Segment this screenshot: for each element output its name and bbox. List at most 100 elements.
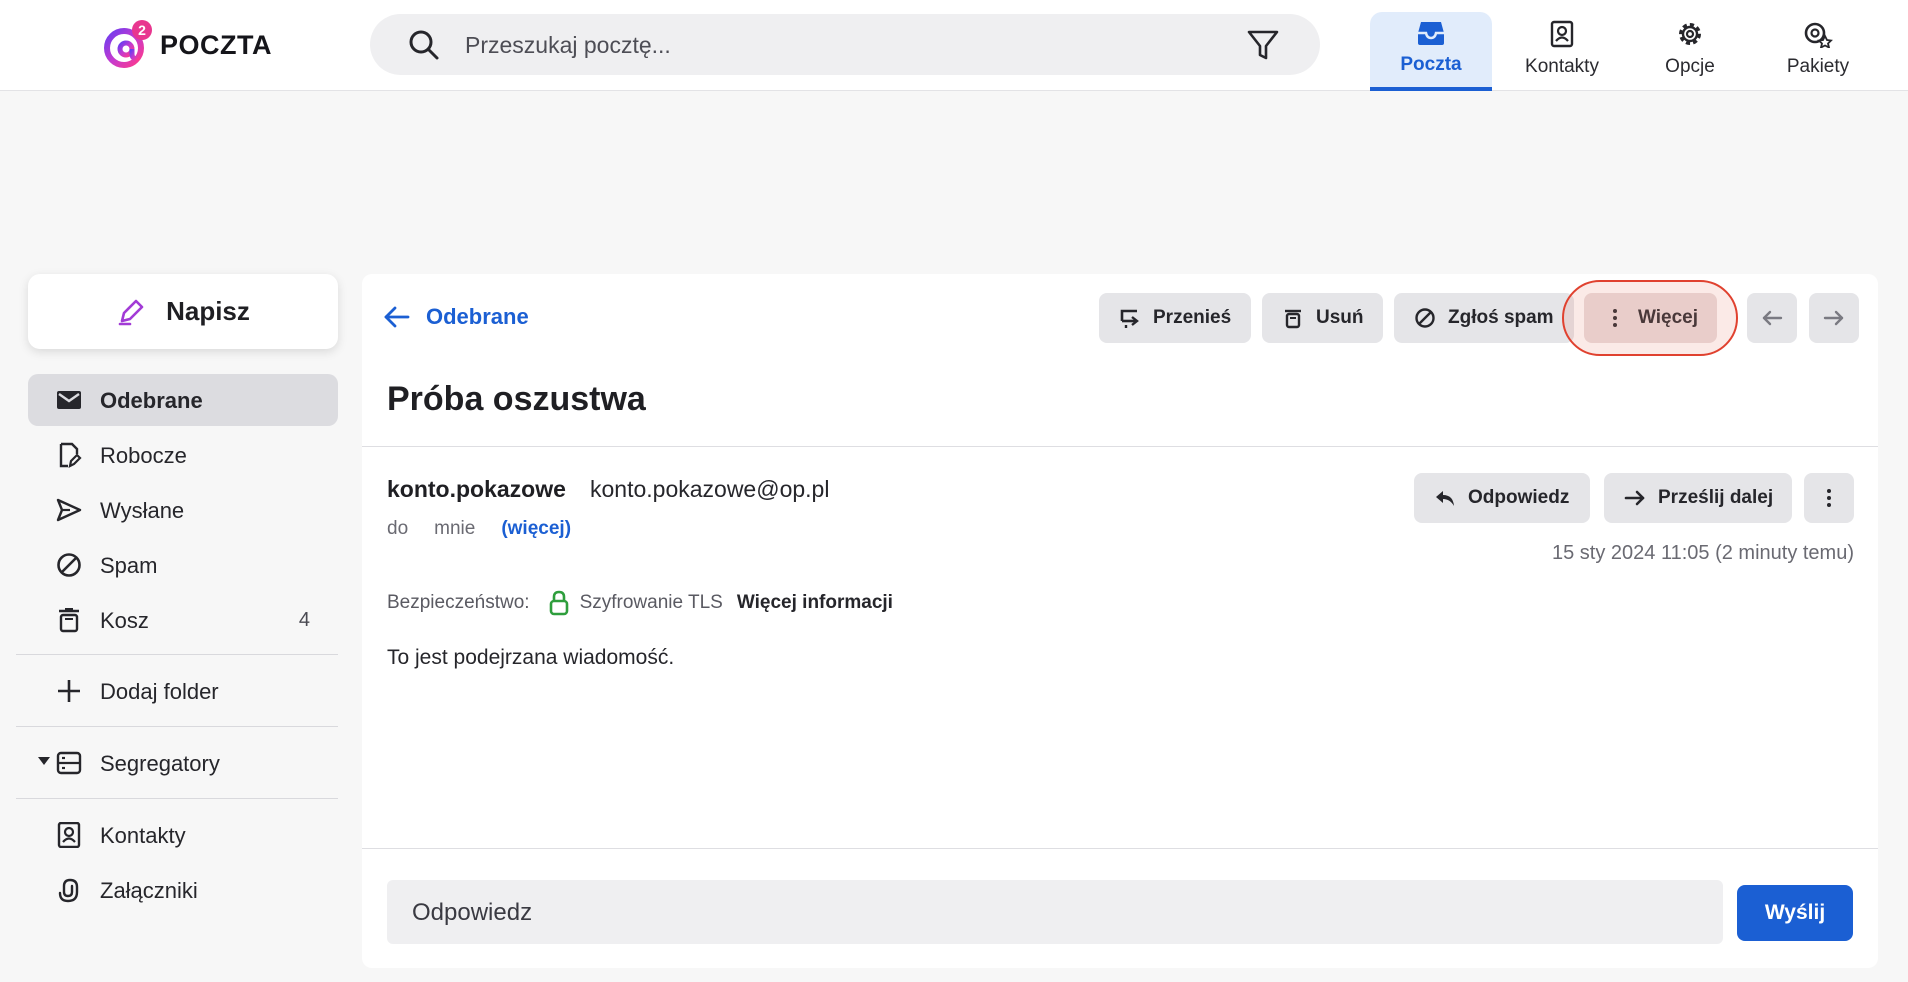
packages-icon: [1804, 22, 1833, 48]
search-bar[interactable]: Przeszukaj pocztę...: [370, 14, 1320, 75]
gear-icon: [1679, 23, 1701, 45]
compose-button[interactable]: Napisz: [28, 274, 338, 349]
sidebar-item-spam[interactable]: Spam: [28, 539, 338, 591]
arrow-right-icon: [1624, 490, 1645, 506]
caret-down-icon[interactable]: [38, 757, 50, 765]
security-label: Bezpieczeństwo:: [387, 592, 530, 613]
binders-label: Segregatory: [100, 751, 220, 776]
reply-button[interactable]: Odpowiedz: [1414, 473, 1590, 523]
reply-label: Odpowiedz: [1468, 487, 1570, 508]
forward-label: Prześlij dalej: [1658, 487, 1774, 508]
more-vertical-icon: [1613, 309, 1617, 327]
sidebar-divider: [16, 798, 338, 799]
sidebar-item-label: Robocze: [100, 443, 187, 468]
to-prefix: do: [387, 518, 409, 539]
search-input[interactable]: Przeszukaj pocztę...: [465, 32, 671, 59]
attachments-label: Załączniki: [100, 878, 198, 903]
security-value: Szyfrowanie TLS: [579, 592, 723, 613]
nav-options[interactable]: Opcje: [1626, 12, 1754, 90]
quick-reply-input[interactable]: Odpowiedz: [387, 880, 1723, 944]
move-button[interactable]: Przenieś: [1099, 293, 1251, 343]
logo-icon: 2: [104, 20, 152, 68]
recipients-row: do mnie (więcej): [387, 518, 571, 540]
message-subject: Próba oszustwa: [387, 380, 646, 418]
prev-message-button[interactable]: [1747, 293, 1797, 343]
move-icon: [1120, 309, 1139, 328]
inbox-icon: [1418, 22, 1444, 45]
sidebar-divider: [16, 654, 338, 655]
filter-icon[interactable]: [1246, 28, 1280, 62]
forward-button[interactable]: Prześlij dalej: [1604, 473, 1792, 523]
lock-icon: [549, 590, 568, 616]
security-more-link[interactable]: Więcej informacji: [737, 592, 893, 614]
sidebar-item-label: Kosz: [100, 608, 149, 633]
recipient: mnie: [434, 518, 476, 539]
sidebar-item-drafts[interactable]: Robocze: [28, 429, 338, 481]
nav-contacts-label: Kontakty: [1525, 56, 1599, 77]
arrow-left-icon: [1762, 310, 1783, 326]
subject-divider: [362, 446, 1878, 447]
arrow-left-icon: [384, 306, 410, 328]
spam-icon: [57, 553, 81, 577]
delete-button[interactable]: Usuń: [1262, 293, 1383, 343]
sidebar-item-sent[interactable]: Wysłane: [28, 484, 338, 536]
send-button[interactable]: Wyślij: [1737, 885, 1853, 941]
top-bar: 2 POCZTA Przeszukaj pocztę... Poczta Kon…: [0, 0, 1908, 91]
search-icon[interactable]: [408, 29, 440, 61]
more-label: Więcej: [1638, 307, 1699, 328]
logo-superscript: 2: [138, 22, 146, 38]
nav-packages[interactable]: Pakiety: [1754, 12, 1882, 90]
sidebar-item-label: Odebrane: [100, 388, 203, 413]
add-folder-label: Dodaj folder: [100, 679, 219, 704]
sidebar-item-label: Wysłane: [100, 498, 185, 523]
contacts-icon: [1550, 20, 1574, 48]
move-label: Przenieś: [1153, 307, 1232, 328]
more-button[interactable]: Więcej: [1584, 293, 1717, 343]
message-body: To jest podejrzana wiadomość.: [387, 646, 675, 669]
add-folder-button[interactable]: Dodaj folder: [28, 665, 338, 717]
app-window: 2 POCZTA Przeszukaj pocztę... Poczta Kon…: [0, 0, 1908, 982]
sidebar-item-trash[interactable]: Kosz 4: [28, 594, 338, 646]
trash-icon: [1285, 309, 1301, 329]
security-row: Bezpieczeństwo: Szyfrowanie TLS Więcej i…: [387, 590, 893, 616]
pencil-icon: [118, 299, 144, 325]
sender-email[interactable]: konto.pokazowe@op.pl: [590, 476, 829, 503]
attachment-icon: [58, 878, 79, 903]
send-icon: [56, 498, 82, 522]
nav-options-label: Opcje: [1665, 56, 1715, 77]
contacts-book-icon: [57, 822, 81, 848]
sender-name[interactable]: konto.pokazowe: [387, 476, 566, 503]
next-message-button[interactable]: [1809, 293, 1859, 343]
logo[interactable]: 2 POCZTA: [102, 18, 272, 72]
message-more-button[interactable]: [1804, 473, 1854, 523]
logo-text: POCZTA: [160, 29, 272, 60]
sidebar-item-inbox[interactable]: Odebrane: [28, 374, 338, 426]
message-date: 15 sty 2024 11:05 (2 minuty temu): [1551, 542, 1854, 564]
compose-label: Napisz: [166, 296, 250, 326]
sidebar-item-contacts[interactable]: Kontakty: [28, 809, 338, 861]
drafts-icon: [59, 442, 82, 468]
send-label: Wyślij: [1764, 901, 1826, 924]
reply-icon: [1436, 491, 1454, 506]
back-to-inbox-link[interactable]: Odebrane: [384, 304, 529, 330]
contacts-label: Kontakty: [100, 823, 186, 848]
message-panel: Odebrane Przenieś Usuń Zgłoś spam Więcej…: [362, 274, 1878, 968]
main-nav: Poczta Kontakty Opcje Pakiety: [1370, 12, 1882, 91]
report-spam-button[interactable]: Zgłoś spam: [1394, 293, 1574, 343]
sidebar-item-attachments[interactable]: Załączniki: [28, 864, 338, 916]
back-link-label: Odebrane: [426, 304, 529, 329]
inbox-mail-icon: [57, 391, 81, 409]
plus-icon: [58, 680, 80, 702]
sidebar-item-binders[interactable]: Segregatory: [28, 737, 338, 789]
nav-packages-label: Pakiety: [1786, 56, 1850, 77]
delete-label: Usuń: [1316, 307, 1364, 328]
more-vertical-icon: [1827, 489, 1831, 507]
sidebar-item-label: Spam: [100, 553, 158, 578]
report-spam-label: Zgłoś spam: [1448, 307, 1554, 328]
more-recipients-link[interactable]: (więcej): [501, 518, 571, 540]
spam-icon: [1415, 308, 1435, 328]
nav-mail[interactable]: Poczta: [1370, 12, 1492, 91]
nav-contacts[interactable]: Kontakty: [1498, 12, 1626, 90]
quick-reply-placeholder: Odpowiedz: [412, 899, 533, 926]
reply-divider: [362, 848, 1878, 849]
